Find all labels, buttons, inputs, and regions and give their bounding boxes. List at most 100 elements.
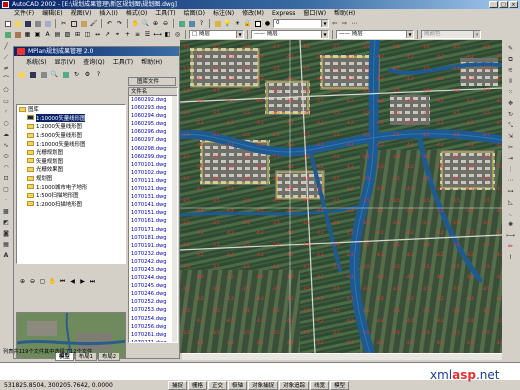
file-list-item[interactable]: 1070261.dwg	[129, 331, 177, 339]
linetype-combo[interactable]: —— 随层 ▼	[251, 30, 329, 39]
file-list-item[interactable]: 1070181.dwg	[129, 234, 177, 242]
extend-icon[interactable]: ⇥	[506, 154, 515, 163]
id-point-icon[interactable]: ◎	[173, 30, 182, 39]
construction-line-icon[interactable]: ⟋	[2, 53, 11, 62]
tree-node[interactable]: 1:500扫描地形图	[17, 191, 125, 200]
circle-icon[interactable]: ○	[2, 119, 11, 128]
tree-node[interactable]: 1:2000矢量线形图	[17, 122, 125, 131]
panel-menu-item[interactable]: 系统(S)	[26, 58, 47, 68]
tolerance-icon[interactable]: ⌖	[113, 30, 122, 39]
file-list-item[interactable]: 1070246.dwg	[129, 290, 177, 298]
fillet-icon[interactable]: ◟	[506, 209, 515, 218]
block-icon[interactable]	[13, 30, 22, 39]
file-list-item[interactable]: 1070111.dwg	[129, 177, 177, 185]
leader-icon[interactable]: ↗	[103, 30, 112, 39]
save-icon[interactable]	[23, 19, 32, 28]
next-page-icon[interactable]: ▶	[78, 277, 87, 286]
prev-page-icon[interactable]: ◀	[68, 277, 77, 286]
layer-lock-icon[interactable]: 🔓	[243, 19, 252, 28]
file-list-item[interactable]: 1070161.dwg	[129, 217, 177, 225]
spline-icon[interactable]: ∿	[2, 141, 11, 150]
tree-node[interactable]: 光栅规划图	[17, 148, 125, 157]
layer-visibility-icon[interactable]: ●	[263, 19, 272, 28]
status-toggle-button[interactable]: 栅格	[188, 380, 208, 390]
menu-item[interactable]: Express	[272, 9, 295, 18]
tab-layout1[interactable]: 布局1	[74, 353, 98, 361]
file-list-item[interactable]: 1060296.dwg	[129, 128, 177, 136]
design-center-icon[interactable]	[187, 19, 196, 28]
copy-object-icon[interactable]: ⧉	[506, 55, 515, 64]
file-list-item[interactable]: 1070171.dwg	[129, 226, 177, 234]
layer-manager-icon[interactable]	[213, 19, 222, 28]
point-icon[interactable]: ·	[2, 196, 11, 205]
layer-combo[interactable]: 0 ▼	[273, 19, 329, 28]
file-list-item[interactable]: 1070141.dwg	[129, 201, 177, 209]
copy-icon[interactable]	[69, 19, 78, 28]
stretch-icon[interactable]: ⇲	[506, 132, 515, 141]
zoom-previous-icon[interactable]: ⊖	[161, 19, 170, 28]
mtext-icon[interactable]: A	[2, 251, 11, 260]
zoom-out-icon[interactable]: ⊖	[28, 277, 37, 286]
panel-open-icon[interactable]	[17, 70, 26, 79]
file-list-item[interactable]: 1060293.dwg	[129, 104, 177, 112]
distance-icon[interactable]: ⟷	[153, 30, 162, 39]
layer-state-icon[interactable]: 💡	[223, 19, 232, 28]
panel-menu-item[interactable]: 工具(T)	[113, 58, 133, 68]
hatch-icon[interactable]: ▦	[23, 30, 32, 39]
autocad-app-icon[interactable]	[2, 1, 9, 8]
panel-menu-item[interactable]: 显示(V)	[55, 58, 76, 68]
maximize-button[interactable]: □	[499, 1, 508, 8]
trim-icon[interactable]: ✂	[506, 143, 515, 152]
move-icon[interactable]: ✥	[506, 99, 515, 108]
pan-preview-icon[interactable]: ✋	[48, 277, 57, 286]
status-toggle-button[interactable]: 对象追踪	[279, 380, 310, 390]
tree-node[interactable]: 规划图	[17, 174, 125, 183]
panel-help-icon[interactable]: ?	[94, 70, 103, 79]
plot-style-combo[interactable]: 随颜色 ▼	[421, 30, 481, 39]
fit-icon[interactable]: ▢	[38, 277, 47, 286]
drawing-canvas[interactable]: ·3.5 ·4.2	[180, 40, 502, 353]
file-list-item[interactable]: 1070191.dwg	[129, 242, 177, 250]
region-tool-icon[interactable]: ◙	[2, 229, 11, 238]
last-page-icon[interactable]: ⏭	[88, 277, 97, 286]
polygon-icon[interactable]: ⬠	[2, 86, 11, 95]
file-list-item[interactable]: 1060295.dwg	[129, 120, 177, 128]
zoom-window-icon[interactable]: ⊕	[151, 19, 160, 28]
file-list-item[interactable]: 1070243.dwg	[129, 266, 177, 274]
break-point-icon[interactable]: ⋮	[506, 165, 515, 174]
file-list-item[interactable]: 1070151.dwg	[129, 209, 177, 217]
make-current-icon[interactable]: ☀	[233, 19, 242, 28]
minimize-button[interactable]: _	[489, 1, 498, 8]
scale-icon[interactable]: ⤡	[506, 121, 515, 130]
drawing-horizontal-scrollbar[interactable]	[182, 353, 502, 360]
tree-node[interactable]: 1:5000矢量线形图	[17, 131, 125, 140]
layer-tools-icon[interactable]: ⋯	[350, 19, 359, 28]
redo-icon[interactable]: ↷	[115, 19, 124, 28]
file-list-item[interactable]: 1070101.dwg	[129, 161, 177, 169]
file-list-item[interactable]: 1070256.dwg	[129, 323, 177, 331]
xref-icon[interactable]: ⊞	[73, 30, 82, 39]
chamfer-icon[interactable]: ◺	[506, 198, 515, 207]
file-list-item[interactable]: 1060298.dwg	[129, 145, 177, 153]
panel-save-icon[interactable]	[28, 70, 37, 79]
tree-node[interactable]: 光栅效果图	[17, 165, 125, 174]
layer-previous-icon[interactable]: ⇦	[330, 19, 339, 28]
pan-icon[interactable]: ✋	[131, 19, 140, 28]
status-toggle-button[interactable]: 对象捕捉	[248, 380, 279, 390]
erase-icon[interactable]: ✎	[506, 44, 515, 53]
open-icon[interactable]	[13, 19, 22, 28]
status-toggle-button[interactable]: 捕捉	[168, 380, 188, 390]
file-list-item[interactable]: 1070131.dwg	[129, 193, 177, 201]
color-combo[interactable]: □ 随层 ▼	[189, 30, 244, 39]
tab-library-files[interactable]: 图库文件	[128, 77, 176, 86]
file-list-item[interactable]: 1060299.dwg	[129, 153, 177, 161]
lengthen-icon[interactable]: ⟼	[506, 231, 515, 240]
region-icon[interactable]: ▣	[33, 30, 42, 39]
menu-item[interactable]: 修改(M)	[242, 9, 264, 18]
library-tree[interactable]: 图库 1:10000矢量线形图 1:2000矢量线形图 1:5000矢量线形图 1:10…	[16, 104, 126, 264]
status-toggle-button[interactable]: 正交	[208, 380, 228, 390]
wipeout-icon[interactable]: ◫	[83, 30, 92, 39]
list-icon[interactable]: ☰	[143, 30, 152, 39]
tab-layout2[interactable]: 布局2	[98, 353, 121, 361]
panel-search-icon[interactable]: 🔍	[50, 70, 59, 79]
